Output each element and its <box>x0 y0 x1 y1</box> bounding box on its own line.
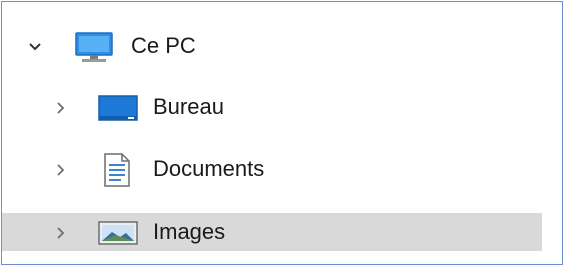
tree-item-label: Ce PC <box>131 33 196 58</box>
tree-item-label: Documents <box>153 156 265 181</box>
vertical-scrollbar[interactable] <box>542 2 562 264</box>
chevron-right-icon[interactable] <box>53 225 69 241</box>
tree-item-label: Images <box>153 219 226 244</box>
tree-item-label: Bureau <box>153 94 224 119</box>
chevron-down-icon[interactable] <box>27 39 43 55</box>
tree-item-this-pc[interactable]: Ce PC <box>2 27 542 65</box>
chevron-right-icon[interactable] <box>53 162 69 178</box>
tree-item-documents[interactable]: Documents <box>2 150 542 188</box>
chevron-right-icon[interactable] <box>53 100 69 116</box>
documents-icon <box>104 153 130 187</box>
computer-icon <box>75 32 113 62</box>
folder-tree: Ce PC Bureau Documents Images <box>2 2 542 264</box>
images-icon <box>98 221 138 245</box>
tree-item-bureau[interactable]: Bureau <box>2 88 542 126</box>
explorer-nav-pane: Ce PC Bureau Documents Images <box>1 1 563 265</box>
tree-item-images[interactable]: Images <box>2 213 542 251</box>
desktop-icon <box>98 95 138 121</box>
